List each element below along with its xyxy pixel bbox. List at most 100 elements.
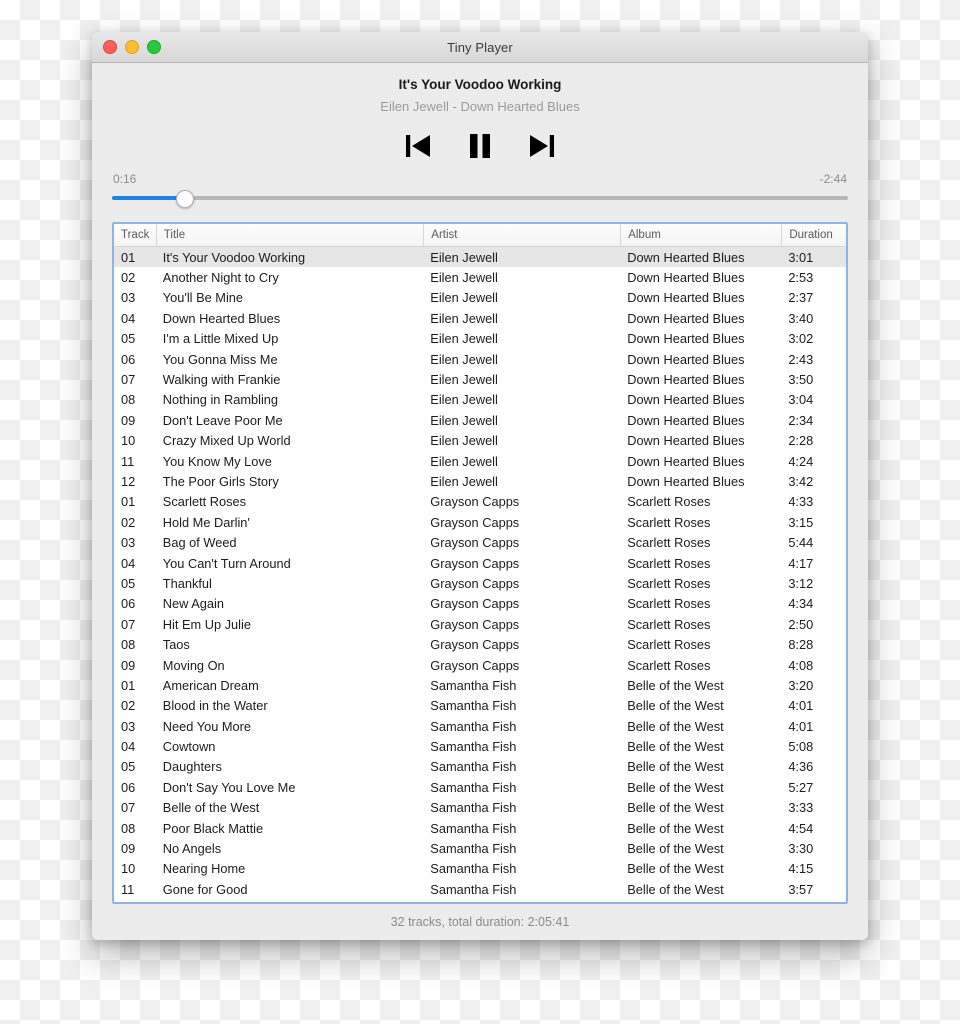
cell-artist: Grayson Capps <box>430 535 520 551</box>
progress-slider[interactable] <box>112 190 848 208</box>
table-row[interactable]: 03 You'll Be Mine Eilen Jewell Down Hearted… <box>114 288 846 308</box>
cell-duration: 4:54 <box>788 820 814 836</box>
column-header-album[interactable]: Album <box>620 224 781 246</box>
cell-title: Belle of the West <box>162 800 260 816</box>
cell-album: Belle of the West <box>627 677 724 693</box>
cell-title: Walking with Frankie <box>162 372 281 388</box>
cell-duration: 4:24 <box>788 453 814 469</box>
table-row[interactable]: 07 Hit Em Up Julie Grayson Capps Scarlett R… <box>114 614 846 634</box>
cell-artist: Samantha Fish <box>430 698 517 714</box>
column-header-title[interactable]: Title <box>155 224 424 246</box>
table-row[interactable]: 09 Moving On Grayson Capps Scarlett Roses 4:… <box>114 655 846 675</box>
cell-artist: Eilen Jewell <box>430 433 498 449</box>
cell-track: 02 <box>121 514 136 530</box>
cell-track: 04 <box>121 310 136 326</box>
cell-album: Scarlett Roses <box>627 596 711 612</box>
table-row[interactable]: 07 Walking with Frankie Eilen Jewell Down H… <box>114 369 846 389</box>
cell-album: Down Hearted Blues <box>627 290 745 306</box>
cell-album: Down Hearted Blues <box>627 453 745 469</box>
minimize-button[interactable] <box>125 40 139 54</box>
table-row[interactable]: 03 Bag of Weed Grayson Capps Scarlett Roses… <box>114 532 846 552</box>
table-row[interactable]: 02 Hold Me Darlin' Grayson Capps Scarlett R… <box>114 512 846 532</box>
cell-artist: Grayson Capps <box>430 555 520 571</box>
cell-duration: 3:42 <box>788 473 814 489</box>
table-row[interactable]: 08 Taos Grayson Capps Scarlett Roses 8:28 <box>114 634 846 654</box>
table-row[interactable]: 10 Nearing Home Samantha Fish Belle of the … <box>114 859 846 879</box>
table-row[interactable]: 02 Blood in the Water Samantha Fish Belle o… <box>114 696 846 716</box>
cell-artist: Samantha Fish <box>430 841 517 857</box>
cell-title: Daughters <box>162 759 222 775</box>
cell-duration: 3:12 <box>788 575 814 591</box>
cell-artist: Eilen Jewell <box>430 392 498 408</box>
cell-title: Down Hearted Blues <box>162 310 281 326</box>
cell-track: 07 <box>121 616 136 632</box>
table-row[interactable]: 07 Belle of the West Samantha Fish Belle of… <box>114 798 846 818</box>
table-row[interactable]: 03 Need You More Samantha Fish Belle of the… <box>114 716 846 736</box>
cell-track: 05 <box>121 575 136 591</box>
cell-duration: 5:27 <box>788 779 814 795</box>
cell-title: Hold Me Darlin' <box>162 514 250 530</box>
cell-album: Scarlett Roses <box>627 535 711 551</box>
table-row[interactable]: 06 Don't Say You Love Me Samantha Fish Bell… <box>114 777 846 797</box>
cell-track: 02 <box>121 698 136 714</box>
column-header-duration[interactable]: Duration <box>781 224 846 246</box>
table-row[interactable]: 08 Nothing in Rambling Eilen Jewell Down He… <box>114 390 846 410</box>
maximize-button[interactable] <box>147 40 161 54</box>
cell-artist: Samantha Fish <box>430 820 517 836</box>
now-playing-panel: It's Your Voodoo Working Eilen Jewell - … <box>92 63 868 208</box>
cell-title: Don't Say You Love Me <box>162 779 296 795</box>
column-header-track[interactable]: Track <box>114 224 156 246</box>
cell-track: 08 <box>121 392 136 408</box>
table-row[interactable]: 11 Gone for Good Samantha Fish Belle of the… <box>114 879 846 899</box>
cell-track: 09 <box>121 657 136 673</box>
cell-title: Bag of Weed <box>162 535 237 551</box>
playpause-button[interactable] <box>463 129 497 163</box>
table-row[interactable]: 04 Cowtown Samantha Fish Belle of the West 5… <box>114 736 846 756</box>
table-row[interactable]: 01 Scarlett Roses Grayson Capps Scarlett Ro… <box>114 492 846 512</box>
cell-artist: Grayson Capps <box>430 596 520 612</box>
cell-album: Down Hearted Blues <box>627 249 745 265</box>
table-row[interactable]: 09 Don't Leave Poor Me Eilen Jewell Down He… <box>114 410 846 430</box>
cell-title: Scarlett Roses <box>162 494 247 510</box>
player-window: Tiny Player It's Your Voodoo Working Eil… <box>92 32 868 940</box>
table-row[interactable]: 05 Thankful Grayson Capps Scarlett Roses 3:1… <box>114 573 846 593</box>
status-text: 32 tracks, total duration: 2:05:41 <box>390 915 570 929</box>
cell-title: You'll Be Mine <box>162 290 244 306</box>
tracklist-table[interactable]: Track Title Artist Album Duration 01 It's… <box>112 222 848 904</box>
next-button[interactable] <box>525 129 559 163</box>
column-header-artist[interactable]: Artist <box>423 224 620 246</box>
cell-duration: 3:50 <box>788 372 814 388</box>
table-row[interactable]: 01 It's Your Voodoo Working Eilen Jewell Do… <box>114 247 846 268</box>
cell-track: 08 <box>121 820 136 836</box>
cell-title: American Dream <box>162 677 259 693</box>
table-row[interactable]: 09 No Angels Samantha Fish Belle of the Wes… <box>114 838 846 858</box>
table-row[interactable]: 06 You Gonna Miss Me Eilen Jewell Down Hear… <box>114 349 846 369</box>
progress-section: 0:16 -2:44 <box>112 172 848 208</box>
progress-track[interactable] <box>112 196 848 200</box>
cell-artist: Eilen Jewell <box>430 351 498 367</box>
table-row[interactable]: 12 The Poor Girls Story Eilen Jewell Down H… <box>114 471 846 491</box>
previous-button[interactable] <box>401 129 435 163</box>
table-row[interactable]: 02 Another Night to Cry Eilen Jewell Down H… <box>114 267 846 287</box>
cell-artist: Samantha Fish <box>430 759 517 775</box>
cell-title: Blood in the Water <box>162 698 268 714</box>
table-row[interactable]: 05 I'm a Little Mixed Up Eilen Jewell Down … <box>114 329 846 349</box>
table-row[interactable]: 04 You Can't Turn Around Grayson Capps Scar… <box>114 553 846 573</box>
table-row[interactable]: 11 You Know My Love Eilen Jewell Down Heart… <box>114 451 846 471</box>
cell-artist: Eilen Jewell <box>430 290 498 306</box>
table-row[interactable]: 05 Daughters Samantha Fish Belle of the Wes… <box>114 757 846 777</box>
table-row[interactable]: 04 Down Hearted Blues Eilen Jewell Down Hea… <box>114 308 846 328</box>
cell-album: Scarlett Roses <box>627 657 711 673</box>
close-button[interactable] <box>103 40 117 54</box>
table-row[interactable]: 08 Poor Black Mattie Samantha Fish Belle of… <box>114 818 846 838</box>
cell-duration: 4:34 <box>788 596 814 612</box>
table-row[interactable]: 10 Crazy Mixed Up World Eilen Jewell Down H… <box>114 431 846 451</box>
cell-duration: 2:37 <box>788 290 814 306</box>
table-row[interactable]: 01 American Dream Samantha Fish Belle of th… <box>114 675 846 695</box>
progress-knob[interactable] <box>176 190 195 208</box>
cell-track: 08 <box>121 637 136 653</box>
cell-title: New Again <box>162 596 224 612</box>
cell-duration: 3:01 <box>788 249 814 265</box>
table-row[interactable]: 06 New Again Grayson Capps Scarlett Roses 4:… <box>114 594 846 614</box>
cell-track: 07 <box>121 372 136 388</box>
